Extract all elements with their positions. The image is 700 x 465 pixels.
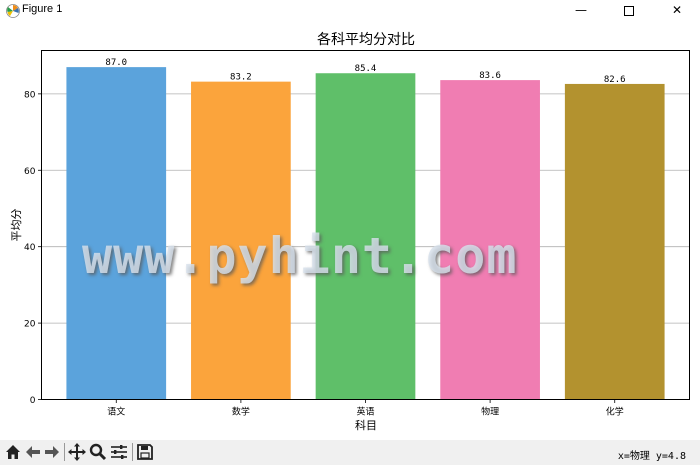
value-label: 82.6	[604, 75, 626, 85]
bar-5	[564, 83, 665, 400]
pan-icon[interactable]	[67, 442, 87, 462]
y-axis-label: 平均分	[10, 209, 23, 242]
x-tick-label: 数学	[232, 406, 250, 418]
close-button[interactable]: ✕	[654, 0, 700, 22]
value-label: 85.4	[355, 64, 377, 74]
maximize-button[interactable]	[606, 0, 652, 22]
save-icon[interactable]	[135, 442, 155, 462]
matplotlib-logo-icon	[6, 4, 20, 18]
bar-chart: 各科平均分对比 87.0 83.2 85.4 83.6 82.6 0 20 40 60 80 语…	[10, 32, 690, 432]
x-tick-label: 化学	[606, 406, 624, 418]
bar-3	[315, 73, 416, 400]
value-label: 83.6	[479, 71, 501, 81]
coordinate-readout: x=物理 y=4.8	[617, 451, 686, 462]
forward-icon[interactable]	[42, 442, 62, 462]
x-axis-label: 科目	[355, 418, 377, 432]
y-tick-label: 20	[24, 320, 36, 330]
bar-4	[440, 80, 540, 400]
toolbar-separator	[64, 443, 65, 461]
x-tick-label: 物理	[481, 406, 499, 418]
bar-2	[191, 81, 291, 400]
x-tick-label: 语文	[107, 406, 125, 418]
value-label: 83.2	[230, 73, 252, 83]
window-titlebar: Figure 1 — ✕	[0, 0, 700, 22]
minimize-button[interactable]: —	[558, 0, 604, 22]
zoom-icon[interactable]	[88, 442, 108, 462]
x-tick-label: 英语	[356, 406, 374, 418]
x-axis: 语文 数学 英语 物理 化学	[107, 399, 624, 418]
y-tick-label: 80	[24, 90, 36, 100]
y-tick-label: 0	[30, 396, 36, 406]
window-title: Figure 1	[22, 3, 63, 15]
figure-canvas[interactable]: 各科平均分对比 87.0 83.2 85.4 83.6 82.6 0 20 40 60 80 语…	[0, 22, 700, 440]
y-tick-label: 40	[24, 243, 36, 253]
chart-title: 各科平均分对比	[317, 32, 415, 48]
y-tick-label: 60	[24, 167, 36, 177]
bars	[66, 67, 665, 400]
navigation-toolbar: x=物理 y=4.8	[0, 440, 700, 465]
maximize-icon	[624, 6, 634, 16]
subplots-icon[interactable]	[109, 442, 129, 462]
home-icon[interactable]	[3, 442, 23, 462]
bar-1	[66, 67, 167, 400]
toolbar-separator	[132, 443, 133, 461]
value-label: 87.0	[105, 58, 127, 68]
y-axis: 0 20 40 60 80	[24, 90, 42, 406]
back-icon[interactable]	[23, 442, 43, 462]
